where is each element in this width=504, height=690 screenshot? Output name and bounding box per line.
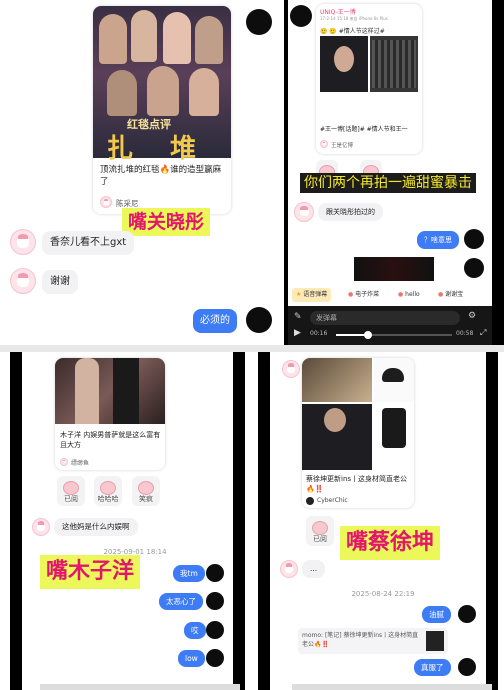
quick-reply-item[interactable]: ● 电子炸菜 <box>344 288 383 302</box>
post-author-name: CyberChic <box>317 497 348 504</box>
edit-icon[interactable]: ✎ <box>294 312 302 322</box>
post-poster-image: 红毯点评 扎 堆 <box>93 6 231 164</box>
friend-avatar <box>10 268 36 294</box>
message-bubble: ... <box>302 560 326 578</box>
next-image-strip <box>40 684 240 690</box>
reply-bubble: 太恶心了 <box>159 593 203 610</box>
quick-reply-item[interactable]: ● hello <box>394 288 424 302</box>
post-user: UNIQ-王一博 <box>320 9 356 16</box>
friend-avatar <box>280 560 298 578</box>
timestamp: 2025-08-24 22:19 <box>351 590 415 598</box>
post-author-name: 缥缈鱼 <box>71 460 90 467</box>
fullscreen-icon[interactable]: ⤢ <box>480 328 486 338</box>
post-caption: 顶流扎堆的红毯🔥谁的造型赢麻了 <box>100 165 222 187</box>
post-author-avatar <box>60 458 68 466</box>
caption-label: 嘴蔡徐坤 <box>340 526 441 560</box>
reply-bubble: 必须的 <box>193 309 237 333</box>
friend-avatar <box>10 229 36 255</box>
card-author-name: 王是亿博 <box>331 143 354 149</box>
left-edge-bar <box>258 352 270 690</box>
video-thumbnail[interactable] <box>354 257 434 281</box>
reply-bubble: low <box>178 650 205 667</box>
post-tags: 🙂 🙂 #情人节这样过# <box>320 28 385 35</box>
friend-avatar <box>294 202 314 222</box>
reply-bubble: 我tm <box>173 565 205 582</box>
chat-panel-mu-ziyang: 木子洋 内娱男普萨就是这么富有且大方 缥缈鱼 已阅 哈哈哈 笑疯 这他妈是什么内… <box>0 352 252 690</box>
post-card[interactable]: 蔡徐坤更新ins丨这身材简直老公🔥‼️ CyberChic <box>302 358 414 508</box>
friend-avatar <box>282 360 300 378</box>
self-avatar <box>206 592 224 610</box>
next-image-strip <box>292 684 492 690</box>
reply-bubble: 油腻 <box>422 606 451 623</box>
message-bubble: 这他妈是什么内娱啊 <box>54 518 138 536</box>
quick-reply-item[interactable]: ● 谢谢宝 <box>434 288 467 302</box>
progress-track[interactable] <box>336 331 452 339</box>
panel-divider <box>0 345 504 352</box>
weibo-post-card[interactable]: UNIQ-王一博 17-2-14 15:18 来自 iPhone 6s Plus… <box>316 4 422 154</box>
progress-thumb[interactable] <box>364 331 373 339</box>
post-caption: 木子洋 内娱男普萨就是这么富有且大方 <box>60 431 161 449</box>
card-author-avatar <box>320 140 328 148</box>
post-photo-grid <box>302 358 414 470</box>
reply-bubble: 真服了 <box>414 659 451 676</box>
right-edge-bar <box>492 0 504 345</box>
reply-bubble: ？啥意思 <box>417 231 459 249</box>
quote-text: momo: [笔记] 蔡徐坤更新ins丨这身材简直老公🔥‼️ <box>302 632 419 648</box>
react-sticker-read[interactable]: 已阅 <box>306 516 334 546</box>
reply-bubble: 哎 <box>184 622 206 639</box>
self-avatar <box>246 9 272 35</box>
right-edge-bar <box>486 352 498 690</box>
settings-icon[interactable]: ⚙ <box>468 311 476 321</box>
quote-thumbnail <box>426 631 444 651</box>
self-avatar <box>464 258 484 278</box>
left-edge-bar <box>10 352 22 690</box>
friend-avatar-dark <box>290 5 312 27</box>
self-avatar <box>206 649 224 667</box>
self-avatar <box>246 307 272 333</box>
message-bubble: 跟关晓彤拍过的 <box>318 203 383 221</box>
message-bubble: 谢谢 <box>42 270 78 294</box>
post-caption: 蔡徐坤更新ins丨这身材简直老公🔥‼️ <box>306 475 408 493</box>
caption-label: 嘴关晓彤 <box>122 208 211 236</box>
self-avatar <box>206 564 224 582</box>
post-author-avatar <box>100 196 112 208</box>
react-sticker-laugh[interactable]: 笑疯 <box>132 476 160 506</box>
video-control-bar: ✎ 发弹幕 ⚙ ▶ 00:16 00:58 ⤢ <box>288 306 492 345</box>
post-photo <box>55 358 165 424</box>
author-logo-icon <box>306 497 314 505</box>
chat-panel-guan-xiaotong: 红毯点评 扎 堆 顶流扎堆的红毯🔥谁的造型赢麻了 陈采尼 嘴关晓彤 香奈儿看不上… <box>0 0 284 345</box>
react-sticker-read[interactable]: 已阅 <box>57 476 85 506</box>
quick-reply-bar: ★ 语音弹幕 ● 电子炸菜 ● hello ● 谢谢宝 <box>288 285 492 305</box>
post-photo <box>320 36 418 116</box>
post-meta: 17-2-14 15:18 来自 iPhone 6s Plus <box>320 16 388 21</box>
quoted-message: momo: [笔记] 蔡徐坤更新ins丨这身材简直老公🔥‼️ <box>298 628 448 654</box>
card-tags: #王一博[话题]# #情人节和王一 <box>320 126 408 133</box>
self-avatar <box>458 658 476 676</box>
quick-reply-voice[interactable]: ★ 语音弹幕 <box>292 288 332 302</box>
friend-avatar <box>32 518 50 536</box>
message-bubble: 香奈儿看不上gxt <box>42 231 135 255</box>
danmu-input[interactable]: 发弹幕 <box>310 311 460 325</box>
self-avatar <box>206 621 224 639</box>
react-sticker-haha[interactable]: 哈哈哈 <box>94 476 122 506</box>
self-avatar <box>458 605 476 623</box>
caption-label: 嘴木子洋 <box>40 555 141 589</box>
time-total: 00:58 <box>456 330 474 337</box>
play-icon[interactable]: ▶ <box>294 328 301 338</box>
poster-big-title: 扎 堆 <box>107 134 211 164</box>
chat-panel-cai-xukun: 蔡徐坤更新ins丨这身材简直老公🔥‼️ CyberChic 已阅 嘴蔡徐坤 ..… <box>252 352 504 690</box>
self-avatar <box>464 229 484 249</box>
chat-panel-wang-yibo: UNIQ-王一博 17-2-14 15:18 来自 iPhone 6s Plus… <box>284 0 504 345</box>
time-current: 00:16 <box>310 330 328 337</box>
right-edge-bar <box>233 352 245 690</box>
post-card[interactable]: 红毯点评 扎 堆 顶流扎堆的红毯🔥谁的造型赢麻了 陈采尼 <box>93 6 231 214</box>
video-subtitle: 你们两个再拍一遍甜蜜暴击 <box>300 173 476 193</box>
post-card[interactable]: 木子洋 内娱男普萨就是这么富有且大方 缥缈鱼 <box>55 358 165 470</box>
collage: 红毯点评 扎 堆 顶流扎堆的红毯🔥谁的造型赢麻了 陈采尼 嘴关晓彤 香奈儿看不上… <box>0 0 504 690</box>
